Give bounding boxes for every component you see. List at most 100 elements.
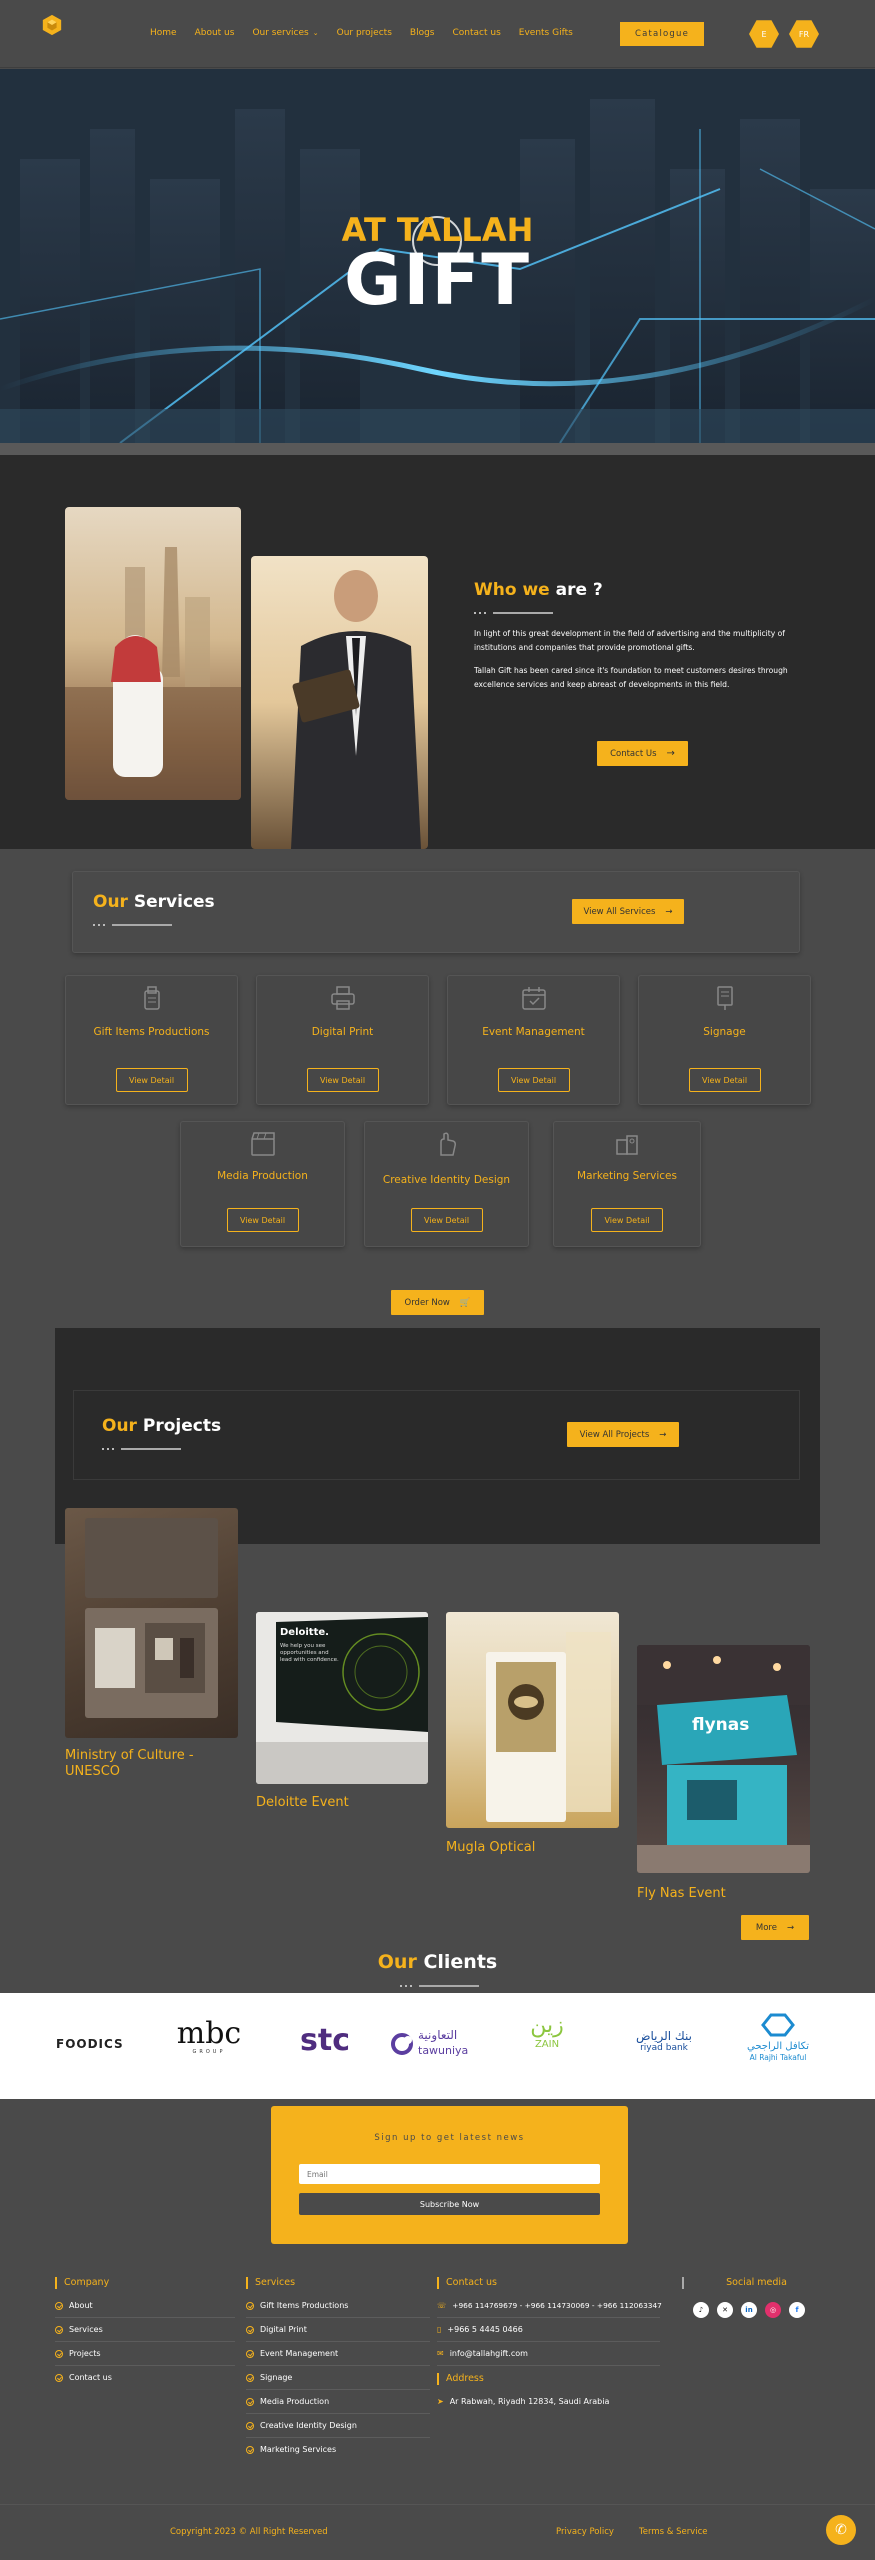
project-image-deloitte[interactable]: Deloitte. We help you see opportunities … bbox=[256, 1612, 428, 1784]
nav-events-gifts[interactable]: Events Gifts bbox=[519, 28, 573, 38]
project-image-mugla[interactable] bbox=[446, 1612, 619, 1828]
site-header: Home About us Our services ⌄ Our projects… bbox=[0, 0, 875, 68]
hero-banner: AT TALLAH GIFT bbox=[0, 69, 875, 443]
cart-icon: 🛒 bbox=[459, 1297, 471, 1308]
project-title[interactable]: Mugla Optical bbox=[446, 1840, 535, 1856]
subscribe-button[interactable]: Subscribe Now bbox=[299, 2193, 600, 2215]
tallah-logo-icon[interactable] bbox=[41, 14, 63, 36]
privacy-policy-link[interactable]: Privacy Policy bbox=[556, 2527, 614, 2537]
chevron-down-icon: ⌄ bbox=[312, 29, 319, 37]
service-title: Signage bbox=[703, 1026, 746, 1038]
mail-icon: ✉ bbox=[437, 2349, 444, 2358]
project-image-unesco[interactable] bbox=[65, 1508, 238, 1738]
client-logo-mbc: mbc GROUP bbox=[174, 2019, 244, 2056]
services-section: Our Services View All Services → Gift It… bbox=[0, 849, 875, 1329]
hero-title-line2: GIFT bbox=[343, 239, 532, 321]
nav-home[interactable]: Home bbox=[150, 28, 177, 38]
calendar-icon bbox=[521, 987, 546, 1010]
contact-us-button[interactable]: Contact Us → bbox=[597, 741, 688, 766]
check-circle-icon bbox=[246, 2373, 254, 2382]
check-circle-icon bbox=[55, 2373, 63, 2382]
linkedin-icon[interactable]: in bbox=[741, 2302, 757, 2318]
view-detail-button[interactable]: View Detail bbox=[306, 1068, 379, 1092]
service-title: Media Production bbox=[217, 1170, 308, 1182]
service-title: Marketing Services bbox=[577, 1170, 677, 1182]
footer-service-link[interactable]: Signage bbox=[246, 2373, 292, 2382]
footer-link-label: Gift Items Productions bbox=[260, 2301, 349, 2310]
riyadh-skyline-image bbox=[65, 547, 241, 800]
footer-divider bbox=[437, 2341, 660, 2342]
footer-email[interactable]: ✉ info@tallahgift.com bbox=[437, 2349, 528, 2358]
newsletter-email-input[interactable] bbox=[299, 2164, 600, 2184]
client-logo-riyadbank: بنك الرياض riyad bank bbox=[624, 2030, 704, 2054]
footer-phones[interactable]: ☏ +966 114769679 - +966 114730069 - +966 … bbox=[437, 2301, 662, 2310]
facebook-icon[interactable]: f bbox=[789, 2302, 805, 2318]
footer-phones-label: +966 114769679 - +966 114730069 - +966 1… bbox=[452, 2301, 662, 2310]
footer-link-projects[interactable]: Projects bbox=[55, 2349, 101, 2358]
whatsapp-icon[interactable]: ✆ bbox=[826, 2515, 856, 2545]
nav-services-label: Our services bbox=[252, 28, 309, 38]
nav-contact[interactable]: Contact us bbox=[452, 28, 500, 38]
footer-link-label: Signage bbox=[260, 2373, 293, 2382]
nav-projects[interactable]: Our projects bbox=[337, 28, 392, 38]
view-all-projects-label: View All Projects bbox=[579, 1429, 650, 1440]
view-detail-button[interactable]: View Detail bbox=[410, 1208, 483, 1232]
footer-service-link[interactable]: Media Production bbox=[246, 2397, 329, 2406]
project-image-flynas[interactable]: flynas bbox=[637, 1645, 810, 1873]
instagram-icon[interactable]: ◎ bbox=[765, 2302, 781, 2318]
check-circle-icon bbox=[246, 2421, 254, 2430]
x-twitter-icon[interactable]: ✕ bbox=[717, 2302, 733, 2318]
projects-title-rest: Projects bbox=[142, 1416, 222, 1436]
nav-blogs[interactable]: Blogs bbox=[410, 28, 435, 38]
newsletter-box: Sign up to get latest news Subscribe Now bbox=[271, 2106, 628, 2244]
clapperboard-icon bbox=[250, 1132, 275, 1156]
tawuniya-mark-icon bbox=[391, 2033, 413, 2055]
view-all-services-button[interactable]: View All Services → bbox=[572, 899, 684, 924]
tiktok-icon[interactable]: ♪ bbox=[693, 2302, 709, 2318]
nav-services[interactable]: Our services ⌄ bbox=[252, 28, 318, 38]
view-detail-button[interactable]: View Detail bbox=[688, 1068, 761, 1092]
check-circle-icon bbox=[55, 2349, 63, 2358]
client-logo-tawuniya: التعاونية tawuniya bbox=[390, 2026, 490, 2066]
businessman-image bbox=[291, 570, 421, 849]
footer-divider bbox=[246, 2413, 430, 2414]
nav-about[interactable]: About us bbox=[195, 28, 235, 38]
footer-link-services[interactable]: Services bbox=[55, 2325, 103, 2334]
project-title[interactable]: Fly Nas Event bbox=[637, 1886, 726, 1902]
project-title[interactable]: Ministry of Culture - UNESCO bbox=[65, 1748, 240, 1780]
more-projects-button[interactable]: More → bbox=[741, 1915, 809, 1940]
footer-service-link[interactable]: Digital Print bbox=[246, 2325, 307, 2334]
copyright-text: Copyright 2023 © All Right Reserved bbox=[170, 2527, 328, 2537]
view-detail-button[interactable]: View Detail bbox=[115, 1068, 188, 1092]
arrow-right-icon: → bbox=[665, 906, 673, 917]
view-detail-button[interactable]: View Detail bbox=[226, 1208, 299, 1232]
order-now-button[interactable]: Order Now 🛒 bbox=[391, 1290, 484, 1315]
main-nav: Home About us Our services ⌄ Our projects… bbox=[150, 28, 591, 38]
marketing-icon bbox=[616, 1135, 638, 1155]
footer-divider bbox=[437, 2317, 660, 2318]
footer-link-contact[interactable]: Contact us bbox=[55, 2373, 112, 2382]
footer-mobile-label: +966 5 4445 0466 bbox=[447, 2325, 523, 2334]
view-all-services-label: View All Services bbox=[583, 906, 656, 917]
view-detail-button[interactable]: View Detail bbox=[591, 1208, 663, 1232]
view-detail-button[interactable]: View Detail bbox=[497, 1068, 570, 1092]
footer-service-link[interactable]: Creative Identity Design bbox=[246, 2421, 357, 2430]
mobile-icon: ▯ bbox=[437, 2325, 442, 2334]
check-circle-icon bbox=[246, 2301, 254, 2310]
order-now-label: Order Now bbox=[404, 1297, 450, 1308]
project-title[interactable]: Deloitte Event bbox=[256, 1795, 349, 1811]
terms-link[interactable]: Terms & Service bbox=[639, 2527, 707, 2537]
footer-service-link[interactable]: Event Management bbox=[246, 2349, 338, 2358]
language-fr-button[interactable]: FR bbox=[789, 20, 819, 48]
footer-service-link[interactable]: Gift Items Productions bbox=[246, 2301, 348, 2310]
view-all-projects-button[interactable]: View All Projects → bbox=[567, 1422, 679, 1447]
footer-mobile[interactable]: ▯ +966 5 4445 0466 bbox=[437, 2325, 523, 2334]
language-e-button[interactable]: E bbox=[749, 20, 779, 48]
footer-service-link[interactable]: Marketing Services bbox=[246, 2445, 336, 2454]
footer-link-about[interactable]: About bbox=[55, 2301, 93, 2310]
about-paragraph-1: In light of this great development in th… bbox=[474, 629, 785, 652]
catalogue-button[interactable]: Catalogue bbox=[620, 22, 704, 46]
projects-heading-box: Our Projects View All Projects → bbox=[73, 1390, 800, 1480]
printer-icon bbox=[330, 986, 355, 1010]
arrow-right-icon: → bbox=[786, 1922, 795, 1933]
